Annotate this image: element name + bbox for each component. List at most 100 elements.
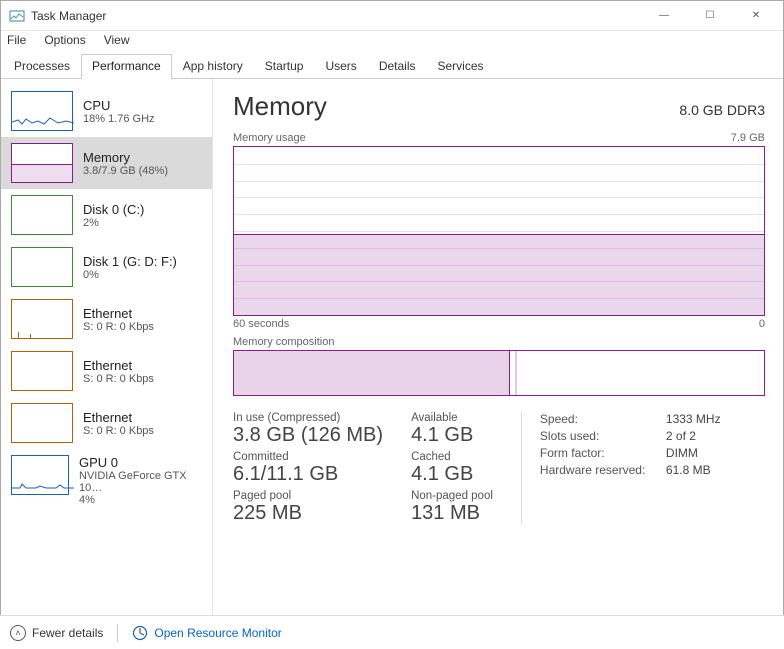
memory-title: Memory <box>83 150 168 165</box>
usage-label-row: Memory usage 7.9 GB <box>233 132 765 144</box>
chevron-up-icon: ˄ <box>10 625 26 641</box>
menu-options[interactable]: Options <box>44 33 85 47</box>
eth2-thumb <box>11 351 73 391</box>
resource-monitor-icon <box>132 625 148 641</box>
cpu-title: CPU <box>83 98 155 113</box>
composition-inuse <box>234 351 510 395</box>
disk1-thumb <box>11 247 73 287</box>
gpu-text: GPU 0 NVIDIA GeForce GTX 10… 4% <box>79 455 204 506</box>
tab-performance[interactable]: Performance <box>81 54 172 79</box>
gpu-sub2: 4% <box>79 494 204 506</box>
eth1-text: Ethernet S: 0 R: 0 Kbps <box>83 299 154 339</box>
eth1-title: Ethernet <box>83 306 154 321</box>
close-button[interactable]: ✕ <box>733 1 779 31</box>
available-value: 4.1 GB <box>411 424 493 447</box>
paged-value: 225 MB <box>233 502 383 525</box>
window-title: Task Manager <box>31 9 106 23</box>
title-bar: Task Manager — ☐ ✕ <box>1 1 783 31</box>
menu-view[interactable]: View <box>104 33 130 47</box>
minimize-button[interactable]: — <box>641 1 687 31</box>
cached-label: Cached <box>411 451 493 463</box>
menu-file[interactable]: File <box>7 33 26 47</box>
sidebar-item-disk-0[interactable]: Disk 0 (C:) 2% <box>1 189 212 241</box>
available-label: Available <box>411 412 493 424</box>
memory-sub: 3.8/7.9 GB (48%) <box>83 165 168 177</box>
stats-right: Speed:1333 MHz Slots used:2 of 2 Form fa… <box>521 412 721 525</box>
disk1-text: Disk 1 (G: D: F:) 0% <box>83 247 177 287</box>
stats-left: In use (Compressed) 3.8 GB (126 MB) Avai… <box>233 412 493 525</box>
cpu-sub: 18% 1.76 GHz <box>83 113 155 125</box>
eth3-thumb <box>11 403 73 443</box>
sidebar-item-cpu[interactable]: CPU 18% 1.76 GHz <box>1 85 212 137</box>
fewer-details-button[interactable]: ˄ Fewer details <box>10 625 103 641</box>
axis-right: 0 <box>759 318 765 330</box>
tab-app-history[interactable]: App history <box>172 54 254 79</box>
sidebar-item-memory[interactable]: Memory 3.8/7.9 GB (48%) <box>1 137 212 189</box>
cached-value: 4.1 GB <box>411 463 493 486</box>
form-key: Form factor: <box>540 446 658 460</box>
tab-startup[interactable]: Startup <box>254 54 315 79</box>
disk0-text: Disk 0 (C:) 2% <box>83 195 144 235</box>
content: CPU 18% 1.76 GHz Memory 3.8/7.9 GB (48%)… <box>1 79 783 624</box>
fewer-details-label: Fewer details <box>32 626 103 640</box>
tab-users[interactable]: Users <box>314 54 367 79</box>
eth1-thumb <box>11 299 73 339</box>
tab-bar: Processes Performance App history Startu… <box>1 53 783 79</box>
usage-axis: 60 seconds 0 <box>233 318 765 330</box>
composition-divider <box>515 351 517 395</box>
menu-bar: File Options View <box>1 31 783 53</box>
footer: ˄ Fewer details Open Resource Monitor <box>0 615 784 649</box>
window-controls: — ☐ ✕ <box>641 1 779 31</box>
stats-area: In use (Compressed) 3.8 GB (126 MB) Avai… <box>233 412 765 525</box>
hw-val: 61.8 MB <box>666 463 711 477</box>
usage-fill <box>234 234 764 315</box>
eth2-sub: S: 0 R: 0 Kbps <box>83 373 154 385</box>
memory-spec: 8.0 GB DDR3 <box>679 102 765 118</box>
disk0-sub: 2% <box>83 217 144 229</box>
eth2-text: Ethernet S: 0 R: 0 Kbps <box>83 351 154 391</box>
open-resource-monitor-link[interactable]: Open Resource Monitor <box>132 625 281 641</box>
eth3-sub: S: 0 R: 0 Kbps <box>83 425 154 437</box>
nonpaged-label: Non-paged pool <box>411 490 493 502</box>
paged-label: Paged pool <box>233 490 383 502</box>
committed-label: Committed <box>233 451 383 463</box>
disk1-title: Disk 1 (G: D: F:) <box>83 254 177 269</box>
footer-divider <box>117 624 118 642</box>
sidebar-item-ethernet-1[interactable]: Ethernet S: 0 R: 0 Kbps <box>1 293 212 345</box>
composition-label: Memory composition <box>233 336 765 348</box>
form-val: DIMM <box>666 446 698 460</box>
eth3-text: Ethernet S: 0 R: 0 Kbps <box>83 403 154 443</box>
tab-services[interactable]: Services <box>427 54 495 79</box>
sidebar-item-ethernet-2[interactable]: Ethernet S: 0 R: 0 Kbps <box>1 345 212 397</box>
tab-details[interactable]: Details <box>368 54 427 79</box>
usage-label-right: 7.9 GB <box>731 132 765 144</box>
sidebar-item-disk-1[interactable]: Disk 1 (G: D: F:) 0% <box>1 241 212 293</box>
maximize-button[interactable]: ☐ <box>687 1 733 31</box>
inuse-value: 3.8 GB (126 MB) <box>233 424 383 447</box>
memory-usage-graph[interactable] <box>233 146 765 316</box>
inuse-label: In use (Compressed) <box>233 412 383 424</box>
slots-key: Slots used: <box>540 429 658 443</box>
disk1-sub: 0% <box>83 269 177 281</box>
eth1-sub: S: 0 R: 0 Kbps <box>83 321 154 333</box>
axis-left: 60 seconds <box>233 318 289 330</box>
gpu-sub: NVIDIA GeForce GTX 10… <box>79 470 204 494</box>
sidebar: CPU 18% 1.76 GHz Memory 3.8/7.9 GB (48%)… <box>1 79 213 624</box>
eth2-title: Ethernet <box>83 358 154 373</box>
memory-composition-bar[interactable] <box>233 350 765 396</box>
hw-key: Hardware reserved: <box>540 463 658 477</box>
app-icon <box>9 8 25 24</box>
open-resource-monitor-label: Open Resource Monitor <box>154 626 281 640</box>
memory-thumb <box>11 143 73 183</box>
gpu-thumb <box>11 455 69 495</box>
main-header: Memory 8.0 GB DDR3 <box>233 91 765 122</box>
sidebar-item-ethernet-3[interactable]: Ethernet S: 0 R: 0 Kbps <box>1 397 212 449</box>
tab-processes[interactable]: Processes <box>3 54 81 79</box>
main-panel: Memory 8.0 GB DDR3 Memory usage 7.9 GB 6… <box>213 79 783 624</box>
slots-val: 2 of 2 <box>666 429 696 443</box>
disk0-thumb <box>11 195 73 235</box>
gpu-title: GPU 0 <box>79 455 204 470</box>
sidebar-item-gpu[interactable]: GPU 0 NVIDIA GeForce GTX 10… 4% <box>1 449 212 512</box>
nonpaged-value: 131 MB <box>411 502 493 525</box>
speed-val: 1333 MHz <box>666 412 721 426</box>
